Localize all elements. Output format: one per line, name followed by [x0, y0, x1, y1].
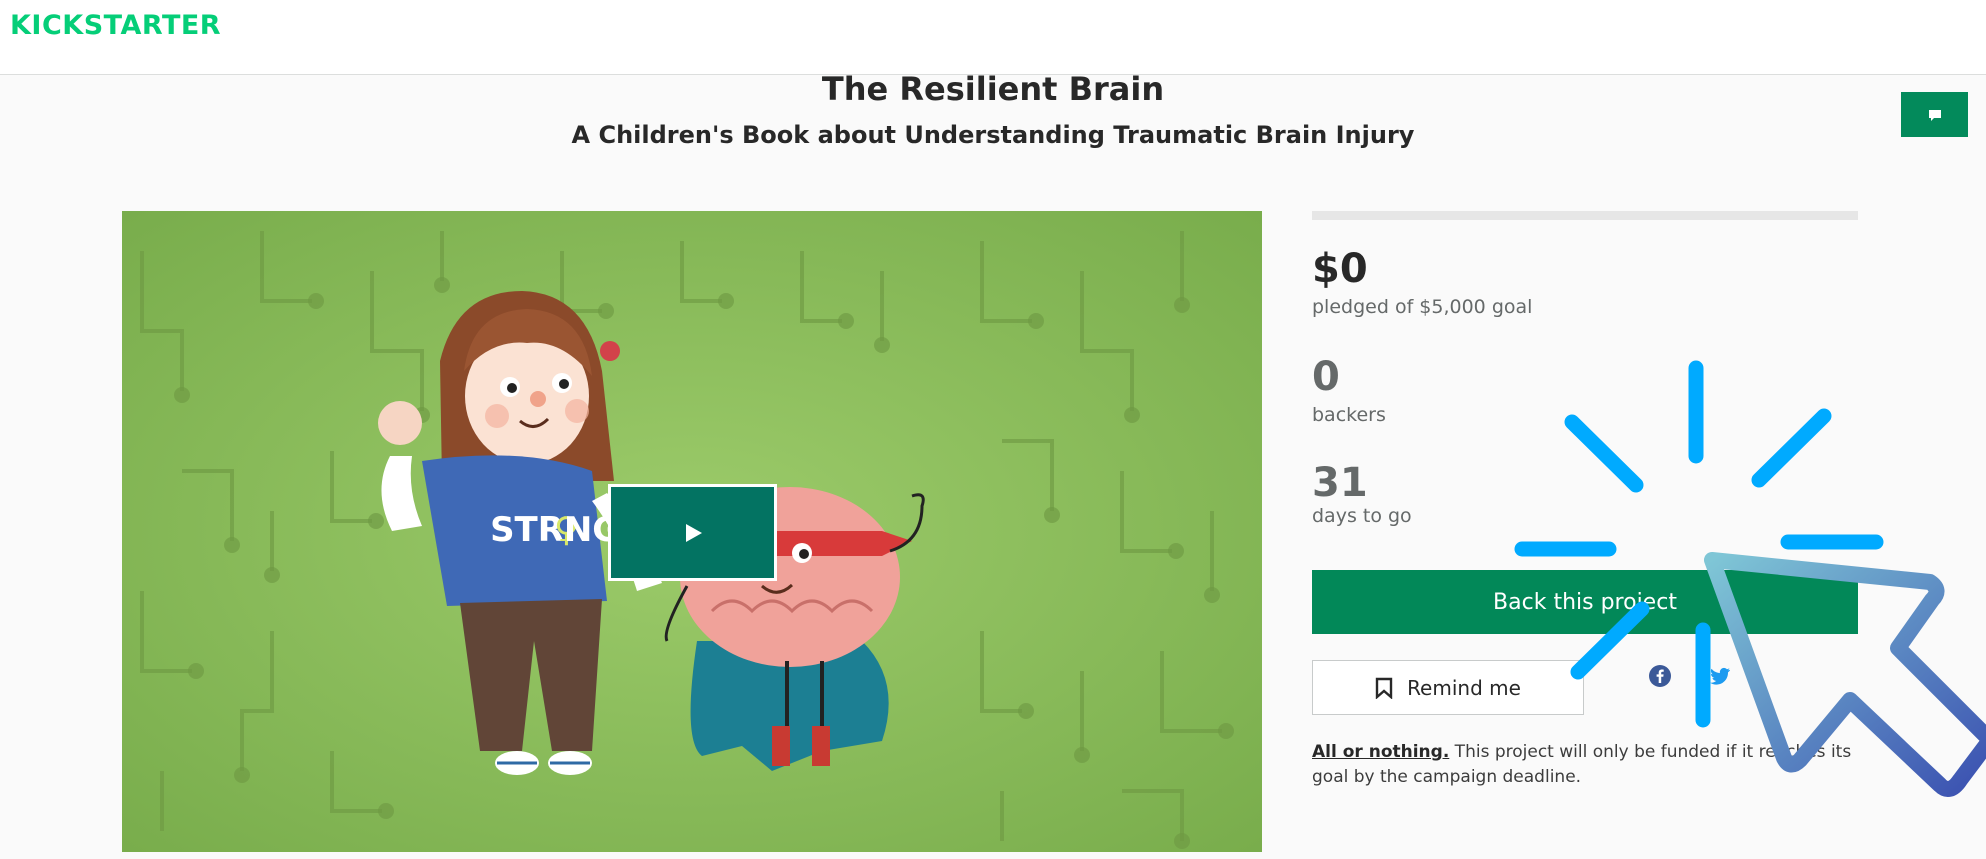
backers-label: backers — [1312, 404, 1386, 426]
backers-count: 0 — [1312, 354, 1340, 400]
bookmark-icon — [1375, 677, 1393, 699]
twitter-icon — [1710, 667, 1730, 685]
project-title: The Resilient Brain — [821, 70, 1165, 108]
all-or-nothing-link[interactable]: All or nothing. — [1312, 742, 1449, 762]
remind-me-label: Remind me — [1407, 675, 1521, 700]
facebook-icon — [1649, 665, 1671, 687]
svg-text:STR: STR — [490, 510, 564, 550]
funding-progress-bar — [1312, 211, 1858, 220]
project-video[interactable]: STR ♀ NG — [122, 211, 1262, 852]
kickstarter-logo[interactable]: KICKSTARTER — [10, 10, 221, 41]
funding-terms-text: All or nothing. This project will only b… — [1312, 740, 1862, 790]
days-to-go-count: 31 — [1312, 460, 1368, 506]
play-icon — [685, 523, 702, 542]
days-to-go-label: days to go — [1312, 505, 1412, 527]
top-navigation-bar: KICKSTARTER — [0, 0, 1986, 75]
back-this-project-button[interactable]: Back this project — [1312, 570, 1858, 634]
twitter-share-button[interactable] — [1706, 662, 1734, 690]
project-subtitle: A Children's Book about Understanding Tr… — [571, 121, 1415, 149]
pledged-goal-label: pledged of $5,000 goal — [1312, 296, 1533, 318]
facebook-share-button[interactable] — [1646, 662, 1674, 690]
remind-me-button[interactable]: Remind me — [1312, 660, 1584, 715]
pledged-amount: $0 — [1312, 246, 1368, 292]
play-video-button[interactable] — [608, 484, 777, 581]
